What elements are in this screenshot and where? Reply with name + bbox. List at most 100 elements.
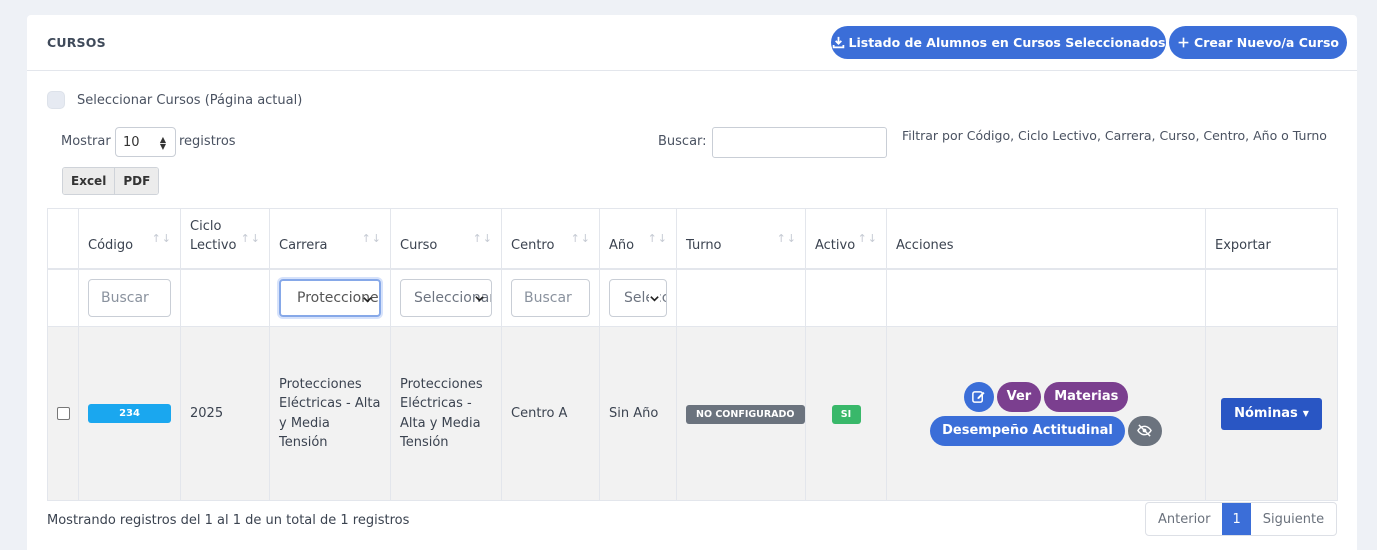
student-list-label: Listado de Alumnos en Cursos Seleccionad… xyxy=(848,35,1166,50)
turno-cell: NO CONFIGURADO xyxy=(676,326,806,501)
centro-filter-input[interactable]: Buscar xyxy=(511,278,590,317)
sort-icon: ↑↓ xyxy=(647,232,668,245)
length-select[interactable]: 10 ▲ ▼ xyxy=(115,127,176,157)
materias-button[interactable]: Materias xyxy=(1044,381,1129,412)
page-1-button[interactable]: 1 xyxy=(1222,503,1251,535)
download-icon xyxy=(832,36,844,49)
courses-card: CURSOS Listado de Alumnos en Cursos Sele… xyxy=(27,15,1357,550)
col-label: Turno xyxy=(686,237,722,253)
curso-cell: Protecciones Eléctricas - Alta y Media T… xyxy=(390,326,502,501)
row-checkbox[interactable] xyxy=(57,407,70,420)
sort-icon: ↑↓ xyxy=(240,232,261,245)
nominas-label: Nóminas xyxy=(1234,405,1298,421)
edit-icon xyxy=(972,391,985,403)
card-header: CURSOS Listado de Alumnos en Cursos Sele… xyxy=(27,15,1357,71)
ciclo-cell: 2025 xyxy=(180,326,270,501)
length-value: 10 xyxy=(123,134,140,150)
col-curso[interactable]: Curso ↑↓ xyxy=(390,208,502,270)
exportar-cell: Nóminas ▼ xyxy=(1205,326,1338,501)
create-course-label: Crear Nuevo/a Curso xyxy=(1194,35,1339,50)
filter-cell xyxy=(47,268,79,327)
create-course-button[interactable]: Crear Nuevo/a Curso xyxy=(1169,26,1347,59)
col-label: Acciones xyxy=(896,237,954,253)
col-carrera[interactable]: Carrera ↑↓ xyxy=(269,208,391,270)
filter-cell: Seleccionar xyxy=(390,268,502,327)
export-button-group: Excel PDF xyxy=(62,167,160,195)
filter-cell xyxy=(676,268,806,327)
turno-badge: NO CONFIGURADO xyxy=(686,404,805,424)
length-prefix: Mostrar xyxy=(61,134,111,149)
next-page-button[interactable]: Siguiente xyxy=(1251,503,1336,535)
filter-cell xyxy=(886,268,1206,327)
codigo-filter-input[interactable]: Buscar xyxy=(88,278,171,317)
row-select-cell xyxy=(47,326,79,501)
chevron-down-icon xyxy=(475,295,484,302)
courses-table: Código ↑↓ Ciclo Lectivo ↑↓ Carrera ↑↓ Curso… xyxy=(47,208,1338,501)
col-label: Curso xyxy=(400,237,438,253)
pdf-button[interactable]: PDF xyxy=(114,168,159,194)
plus-icon xyxy=(1178,37,1189,48)
col-label: Centro xyxy=(511,237,555,253)
sort-icon: ↑↓ xyxy=(151,232,172,245)
table-row: 234 2025 Protecciones Eléctricas - Alta … xyxy=(47,326,1338,501)
table-info: Mostrando registros del 1 al 1 de un tot… xyxy=(47,513,410,528)
sort-icon: ↑↓ xyxy=(472,232,493,245)
col-ciclo[interactable]: Ciclo Lectivo ↑↓ xyxy=(180,208,270,270)
col-label: Año xyxy=(609,237,635,253)
centro-cell: Centro A xyxy=(501,326,600,501)
acciones-cell: Ver Materias Desempeño Actitudinal xyxy=(886,326,1206,501)
col-label: Código xyxy=(88,237,134,253)
col-label: Activo xyxy=(815,237,856,253)
carrera-filter-select[interactable]: Protecciones xyxy=(279,278,381,317)
length-suffix: registros xyxy=(179,134,236,149)
anio-filter-value: Seleccionar xyxy=(624,289,666,306)
filter-row: Buscar Protecciones Seleccionar Buscar S… xyxy=(47,268,1338,327)
anio-filter-select[interactable]: Seleccionar xyxy=(609,278,667,317)
codigo-cell: 234 xyxy=(78,326,181,501)
col-codigo[interactable]: Código ↑↓ xyxy=(78,208,181,270)
select-all-checkbox[interactable] xyxy=(47,91,65,109)
filter-cell: Protecciones xyxy=(269,268,391,327)
ver-button[interactable]: Ver xyxy=(996,381,1042,412)
col-exportar: Exportar xyxy=(1205,208,1338,270)
filter-cell xyxy=(180,268,270,327)
carrera-cell: Protecciones Eléctricas - Alta y Media T… xyxy=(269,326,391,501)
filter-cell: Buscar xyxy=(78,268,181,327)
chevron-down-icon xyxy=(363,296,372,303)
col-centro[interactable]: Centro ↑↓ xyxy=(501,208,600,270)
col-turno[interactable]: Turno ↑↓ xyxy=(676,208,806,270)
filter-cell: Buscar xyxy=(501,268,600,327)
anio-cell: Sin Año xyxy=(599,326,677,501)
filter-cell xyxy=(1205,268,1338,327)
activo-cell: SI xyxy=(805,326,887,501)
sort-icon: ↑↓ xyxy=(857,232,878,245)
actions-row-1: Ver Materias xyxy=(963,381,1129,412)
prev-page-button[interactable]: Anterior xyxy=(1146,503,1222,535)
actions-group: Ver Materias Desempeño Actitudinal xyxy=(896,381,1196,446)
nominas-dropdown-button[interactable]: Nóminas ▼ xyxy=(1221,397,1322,430)
desempeno-button[interactable]: Desempeño Actitudinal xyxy=(930,415,1125,446)
search-input[interactable] xyxy=(712,127,887,158)
col-activo[interactable]: Activo ↑↓ xyxy=(805,208,887,270)
sort-icon: ↑↓ xyxy=(570,232,591,245)
excel-button[interactable]: Excel xyxy=(63,168,115,194)
search-label: Buscar: xyxy=(658,134,707,149)
curso-filter-select[interactable]: Seleccionar xyxy=(400,278,492,317)
eye-slash-icon xyxy=(1137,424,1153,437)
activo-badge: SI xyxy=(831,404,861,424)
select-all-label: Seleccionar Cursos (Página actual) xyxy=(77,92,303,108)
sort-icon: ↑↓ xyxy=(361,232,382,245)
search-hint: Filtrar por Código, Ciclo Lectivo, Carre… xyxy=(902,128,1327,143)
edit-button[interactable] xyxy=(963,381,994,412)
sort-icon: ▲ ▼ xyxy=(159,135,166,151)
col-select xyxy=(47,208,79,270)
col-anio[interactable]: Año ↑↓ xyxy=(599,208,677,270)
sort-icon: ↑↓ xyxy=(776,232,797,245)
caret-down-icon: ▼ xyxy=(1302,408,1309,418)
student-list-button[interactable]: Listado de Alumnos en Cursos Seleccionad… xyxy=(831,26,1166,59)
hide-button[interactable] xyxy=(1127,415,1162,446)
actions-row-2: Desempeño Actitudinal xyxy=(930,415,1162,446)
pagination: Anterior 1 Siguiente xyxy=(1145,502,1338,536)
col-label: Exportar xyxy=(1215,237,1271,253)
filter-cell: Seleccionar xyxy=(599,268,677,327)
